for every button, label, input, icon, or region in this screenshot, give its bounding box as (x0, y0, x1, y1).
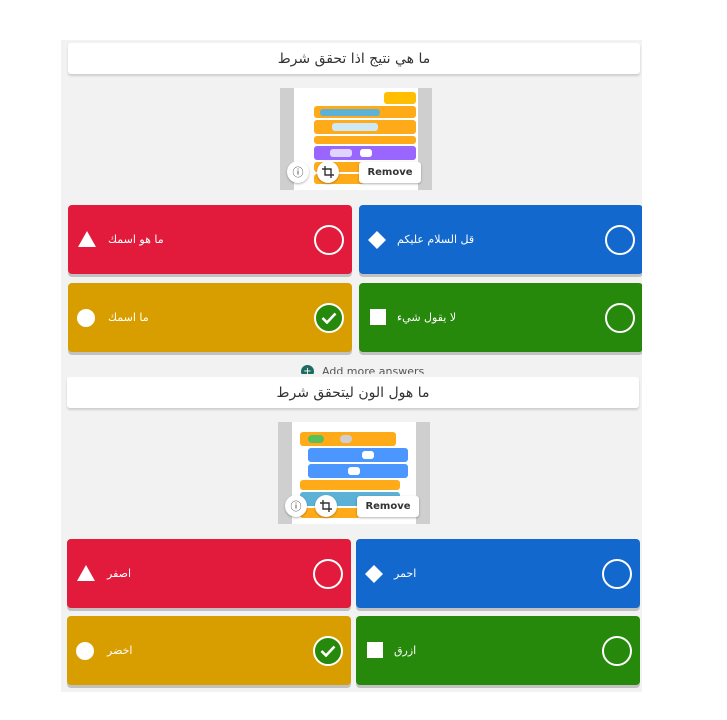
crop-glyph (322, 166, 334, 178)
question-panel-2: ما هول الون ليتحقق شرط ⓘ Remove اصفر احم… (61, 374, 642, 692)
circle-icon (76, 642, 94, 660)
answer-2-correct-toggle[interactable] (602, 559, 632, 589)
question-image: ⓘ Remove (278, 422, 430, 524)
answer-1-correct-toggle[interactable] (314, 225, 344, 255)
triangle-icon (78, 231, 96, 247)
square-icon (370, 309, 386, 325)
remove-image-button[interactable]: Remove (357, 496, 419, 517)
answer-4-green[interactable]: لا يقول شيء (359, 283, 642, 352)
answer-1-red[interactable]: اصفر (67, 539, 351, 608)
answer-3-text: ما اسمك (108, 311, 149, 324)
remove-image-label: Remove (365, 501, 411, 512)
answer-2-text: احمر (394, 567, 417, 580)
question-title-input[interactable]: ما هول الون ليتحقق شرط (67, 377, 639, 408)
add-more-answers-button[interactable]: + Add more answers (301, 364, 424, 374)
answer-2-blue[interactable]: احمر (356, 539, 640, 608)
crop-glyph (320, 500, 332, 512)
answer-3-yellow[interactable]: ما اسمك (68, 283, 352, 352)
answer-2-text: قل السلام عليكم (397, 233, 475, 246)
diamond-icon (368, 231, 386, 249)
question-title-text: ما هول الون ليتحقق شرط (276, 384, 430, 401)
diamond-icon (365, 565, 383, 583)
question-image: ⓘ Remove (280, 88, 432, 190)
answer-4-correct-toggle[interactable] (605, 303, 635, 333)
answer-3-correct-toggle[interactable] (314, 303, 344, 333)
crop-icon[interactable] (317, 161, 339, 183)
question-panel-1: ما هي نتيج اذا تحقق شرط ⓘ Remove ما هو ا… (61, 40, 642, 374)
check-icon (320, 645, 336, 657)
question-title-input[interactable]: ما هي نتيج اذا تحقق شرط (68, 43, 640, 74)
answer-1-red[interactable]: ما هو اسمك (68, 205, 352, 274)
answer-1-text: اصفر (107, 567, 132, 580)
answer-1-text: ما هو اسمك (108, 233, 164, 246)
answer-3-text: اخضر (107, 644, 133, 657)
check-icon (321, 312, 337, 324)
circle-icon (77, 309, 95, 327)
answer-4-text: ازرق (394, 644, 417, 657)
answer-2-blue[interactable]: قل السلام عليكم (359, 205, 642, 274)
info-glyph: ⓘ (292, 166, 304, 179)
triangle-icon (77, 565, 95, 581)
answer-1-correct-toggle[interactable] (313, 559, 343, 589)
plus-icon: + (301, 364, 314, 374)
question-title-text: ما هي نتيج اذا تحقق شرط (277, 50, 431, 67)
remove-image-label: Remove (367, 167, 413, 178)
crop-icon[interactable] (315, 495, 337, 517)
answer-4-text: لا يقول شيء (397, 311, 457, 324)
info-glyph: ⓘ (290, 500, 302, 513)
answer-4-correct-toggle[interactable] (602, 636, 632, 666)
answer-2-correct-toggle[interactable] (605, 225, 635, 255)
add-more-answers-label: Add more answers (322, 364, 425, 375)
square-icon (367, 642, 383, 658)
answer-3-correct-toggle[interactable] (313, 636, 343, 666)
info-icon[interactable]: ⓘ (285, 495, 307, 517)
remove-image-button[interactable]: Remove (359, 162, 421, 183)
info-icon[interactable]: ⓘ (287, 161, 309, 183)
answer-4-green[interactable]: ازرق (356, 616, 640, 685)
answer-3-yellow[interactable]: اخضر (67, 616, 351, 685)
